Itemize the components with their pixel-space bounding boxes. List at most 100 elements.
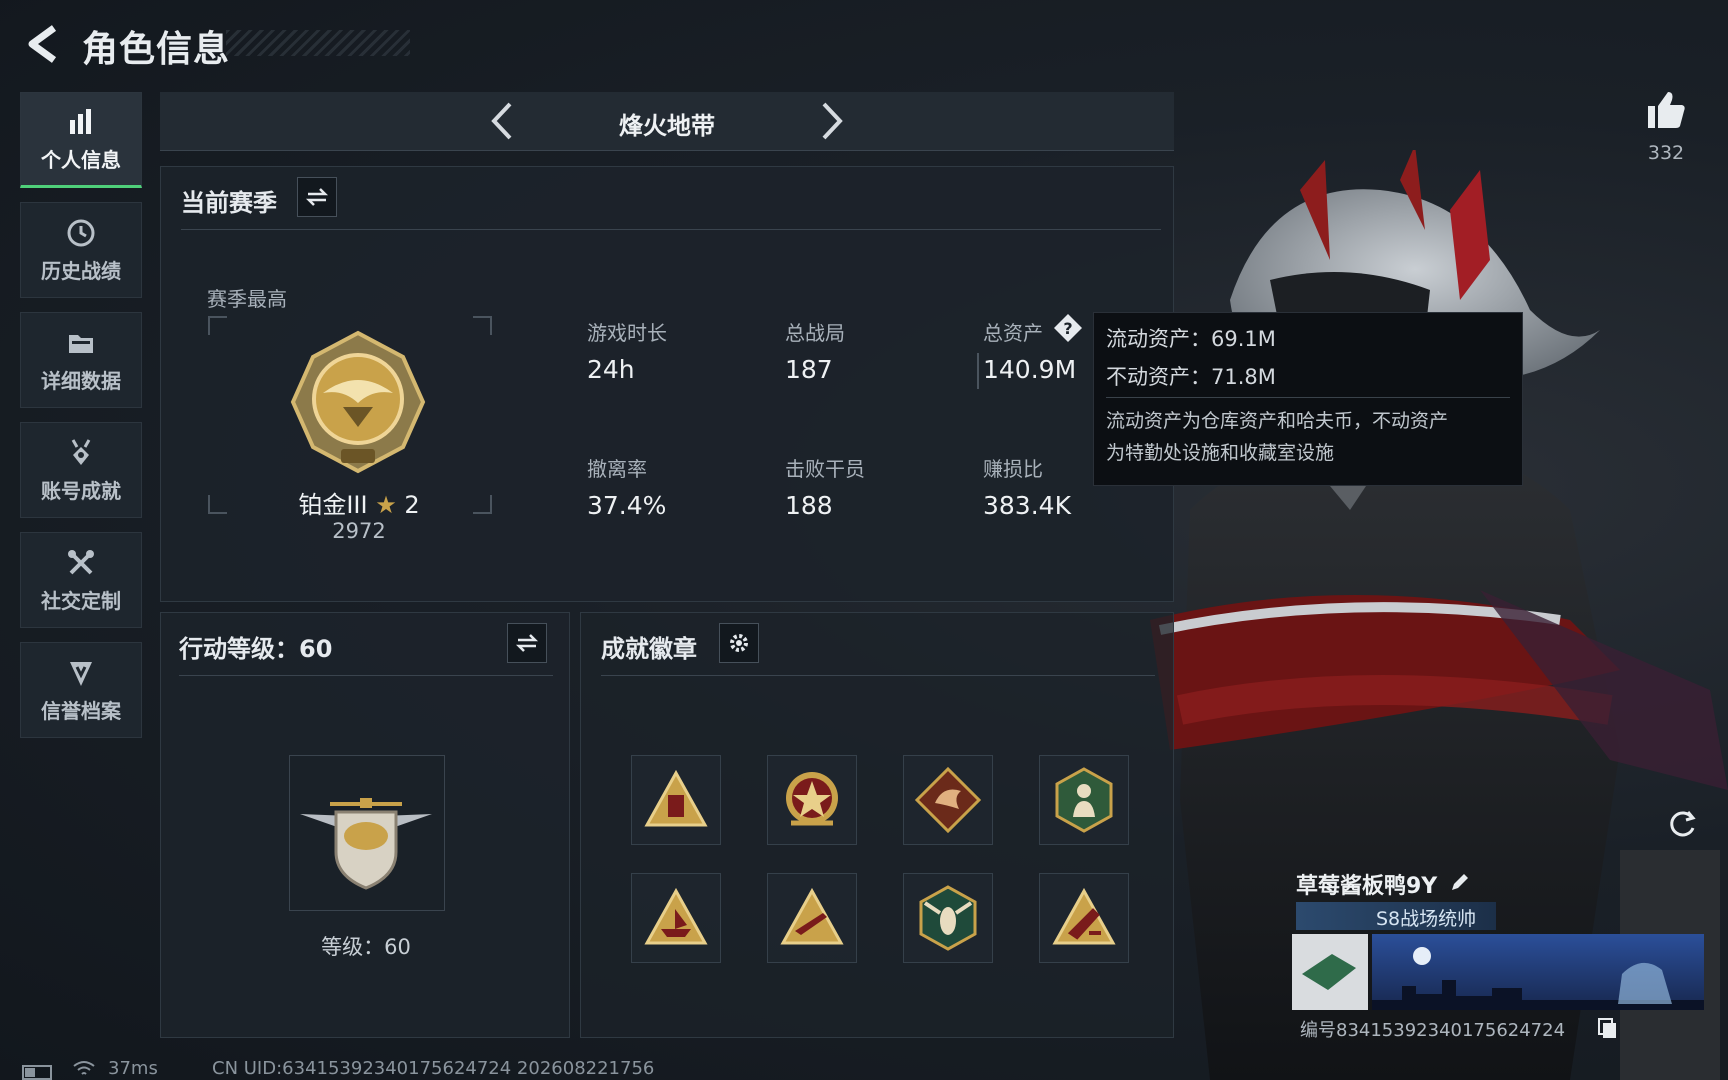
- badge-triangle-launcher[interactable]: [1039, 873, 1129, 963]
- like-count: 332: [1647, 142, 1685, 164]
- ping-value: 37ms: [108, 1058, 158, 1079]
- player-name: 草莓酱板鸭9Y: [1296, 874, 1438, 899]
- star-emblem-badge-icon: [786, 772, 838, 826]
- stat-label: 总资产: [983, 321, 1043, 345]
- rank-stars: 2: [404, 491, 420, 519]
- asset-tooltip: 流动资产：69.1M 不动资产：71.8M 流动资产为仓库资产和哈夫币，不动资产…: [1093, 312, 1523, 486]
- badge-star-emblem[interactable]: [767, 755, 857, 845]
- tooltip-liquid: 流动资产：69.1M: [1106, 327, 1276, 351]
- bar-chart-icon: [70, 108, 91, 134]
- season-switch-button[interactable]: [297, 177, 337, 217]
- soldier-hex-badge-icon: [1055, 767, 1113, 833]
- badge-hornet-hex[interactable]: [903, 873, 993, 963]
- night-city-banner-image: [1372, 947, 1704, 1010]
- action-level-panel: 行动等级：60 等级：60: [160, 612, 570, 1038]
- sidebar-item-label: 信誉档案: [41, 698, 121, 723]
- stat-value: 24h: [587, 355, 635, 384]
- stat-value: 188: [785, 491, 833, 520]
- season-panel: 当前赛季 赛季最高 铂金III ★ 2 2972 游戏时长 24h 总战局 18…: [160, 166, 1174, 602]
- folder-icon: [69, 334, 93, 353]
- mode-selector: 烽火地带: [160, 92, 1174, 151]
- triangle-ship-badge-icon: [644, 887, 708, 945]
- edit-pencil-icon[interactable]: [1448, 870, 1472, 894]
- stat-label: 赚损比: [983, 457, 1043, 481]
- history-clock-icon: [67, 219, 95, 246]
- achievements-settings-button[interactable]: [719, 623, 759, 663]
- achievement-medal-icon: [71, 438, 91, 465]
- achievements-title: 成就徽章: [601, 635, 697, 663]
- player-banner: [1372, 934, 1704, 1010]
- refresh-icon[interactable]: [1664, 806, 1700, 842]
- badge-dragon-diamond[interactable]: [903, 755, 993, 845]
- svg-text:?: ?: [1063, 319, 1072, 338]
- sidebar-item-achievement[interactable]: 账号成就: [20, 422, 142, 518]
- stat-value: 140.9M: [983, 355, 1077, 384]
- badge-triangle-tower[interactable]: [631, 755, 721, 845]
- level-text: 等级：60: [321, 935, 411, 959]
- gear-icon: [730, 634, 748, 652]
- uid-text: CN UID:634153923401756247​24 20260822175…: [212, 1058, 655, 1079]
- player-id: 编号834153923401756247​24: [1300, 1020, 1566, 1041]
- player-title: S8战场统帅: [1376, 908, 1477, 930]
- sidebar-item-detail-data[interactable]: 详细数据: [20, 312, 142, 408]
- sidebar-item-credit[interactable]: 信誉档案: [20, 642, 142, 738]
- sidebar-item-label: 个人信息: [41, 147, 121, 172]
- triangle-gun-badge-icon: [780, 887, 844, 945]
- helicopter-emblem-icon: [300, 798, 432, 890]
- mode-title: 烽火地带: [619, 112, 715, 140]
- action-level-switch-button[interactable]: [507, 623, 547, 663]
- tooltip-desc-2: 为特勤处设施和收藏室设施: [1106, 442, 1335, 464]
- sidebar-item-label: 社交定制: [41, 588, 121, 613]
- stat-label: 击败干员: [785, 457, 865, 481]
- divider: [1106, 397, 1510, 398]
- season-title: 当前赛季: [181, 189, 277, 217]
- dragon-diamond-badge-icon: [914, 766, 982, 834]
- credit-shield-icon: [70, 661, 92, 686]
- triangle-tower-badge-icon: [644, 769, 708, 827]
- sidebar-item-history[interactable]: 历史战绩: [20, 202, 142, 298]
- divider: [181, 229, 1161, 230]
- divider: [179, 675, 553, 676]
- battery-icon: [22, 1065, 52, 1080]
- swap-icon: [515, 634, 539, 652]
- swap-icon: [305, 188, 329, 206]
- stat-value: 37.4%: [587, 491, 667, 520]
- title-decoration: [226, 30, 410, 56]
- badge-triangle-ship[interactable]: [631, 873, 721, 963]
- stat-value: 187: [785, 355, 833, 384]
- sidebar-item-label: 详细数据: [41, 368, 121, 393]
- platinum-rank-medal-icon: [290, 330, 426, 474]
- sidebar-item-label: 历史战绩: [41, 258, 121, 283]
- badge-triangle-gun[interactable]: [767, 873, 857, 963]
- divider: [601, 675, 1155, 676]
- player-title-badge: S8战场统帅: [1296, 902, 1496, 930]
- level-emblem-frame: [289, 755, 445, 911]
- achievements-panel: 成就徽章: [580, 612, 1174, 1038]
- wifi-icon: [73, 1061, 95, 1075]
- back-arrow-icon[interactable]: [20, 22, 64, 66]
- stat-label: 撤离率: [587, 457, 647, 481]
- stat-label: 游戏时长: [587, 321, 667, 345]
- chevron-right-icon[interactable]: [808, 98, 854, 144]
- stat-label: 总战局: [785, 321, 845, 345]
- avatar-image: [1302, 954, 1356, 990]
- player-avatar[interactable]: [1292, 934, 1368, 1010]
- sidebar-item-social[interactable]: 社交定制: [20, 532, 142, 628]
- badge-soldier-hex[interactable]: [1039, 755, 1129, 845]
- page-title: 角色信息: [82, 29, 231, 70]
- tooltip-fixed: 不动资产：71.8M: [1106, 365, 1276, 389]
- tools-icon: [68, 549, 94, 574]
- rank-name: 铂金III: [298, 491, 368, 519]
- season-best-label: 赛季最高: [207, 287, 287, 311]
- sidebar-item-personal-info[interactable]: 个人信息: [20, 92, 142, 188]
- rank-score: 2972: [332, 519, 386, 543]
- divider: [977, 353, 979, 389]
- help-icon[interactable]: ?: [1053, 313, 1083, 343]
- action-level-title: 行动等级：60: [179, 635, 333, 663]
- star-icon: ★: [375, 491, 397, 519]
- hornet-hex-badge-icon: [919, 885, 977, 951]
- copy-icon[interactable]: [1598, 1018, 1618, 1040]
- stat-value: 383.4K: [983, 491, 1071, 520]
- thumbs-up-icon[interactable]: [1644, 88, 1688, 132]
- tooltip-desc-1: 流动资产为仓库资产和哈夫币，不动资产: [1106, 410, 1449, 432]
